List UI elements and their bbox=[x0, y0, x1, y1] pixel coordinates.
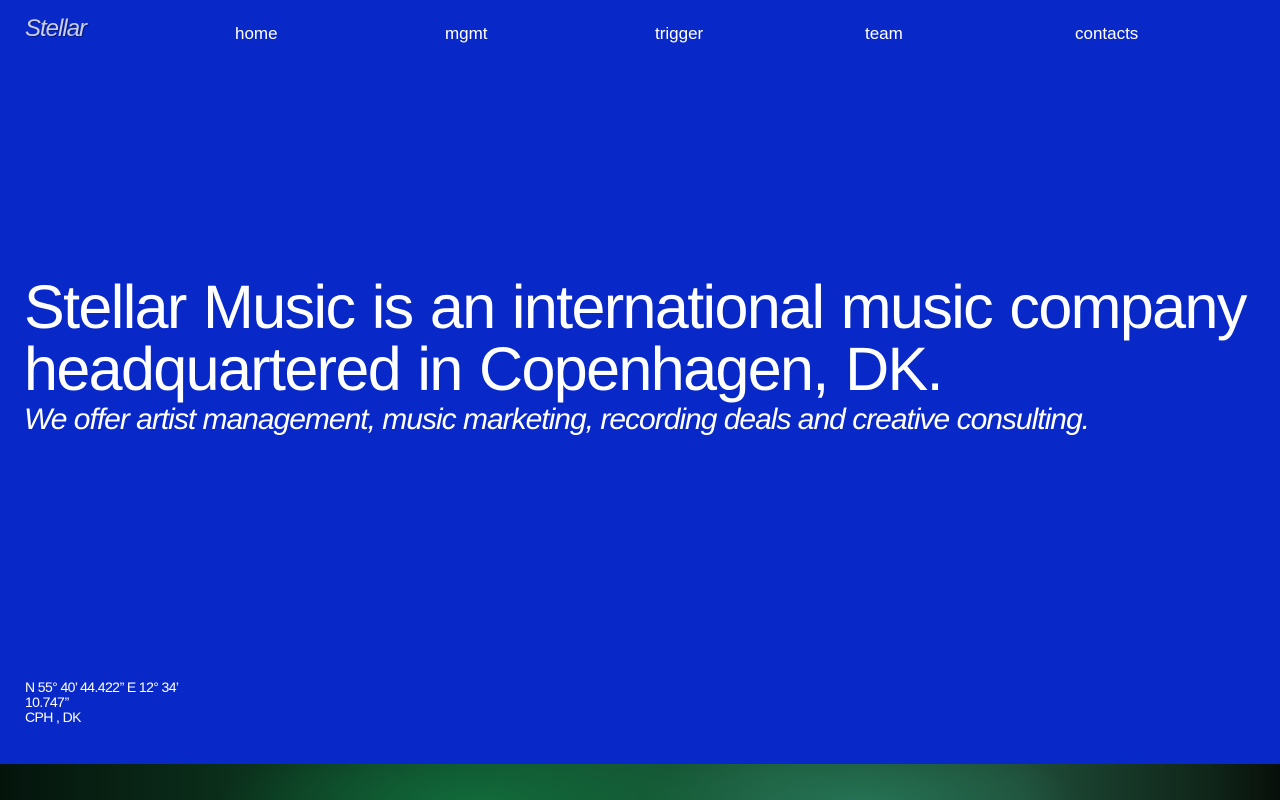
main-nav: home mgmt trigger team contacts bbox=[0, 24, 1280, 46]
hero-section: Stellar Music is an international music … bbox=[24, 276, 1264, 438]
nav-contacts[interactable]: contacts bbox=[1075, 24, 1138, 44]
city-text: CPH , DK bbox=[25, 709, 81, 725]
nav-team[interactable]: team bbox=[865, 24, 903, 44]
location-info: N 55° 40’ 44.422’’ E 12° 34’ 10.747’’ CP… bbox=[25, 680, 205, 725]
nav-trigger[interactable]: trigger bbox=[655, 24, 703, 44]
nav-mgmt[interactable]: mgmt bbox=[445, 24, 488, 44]
hero-subtitle: We offer artist management, music market… bbox=[24, 403, 1090, 436]
footer-gradient-band bbox=[0, 764, 1280, 800]
coordinates-text: N 55° 40’ 44.422’’ E 12° 34’ 10.747’’ bbox=[25, 679, 179, 710]
nav-home[interactable]: home bbox=[235, 24, 278, 44]
hero-title: Stellar Music is an international music … bbox=[24, 273, 1247, 403]
